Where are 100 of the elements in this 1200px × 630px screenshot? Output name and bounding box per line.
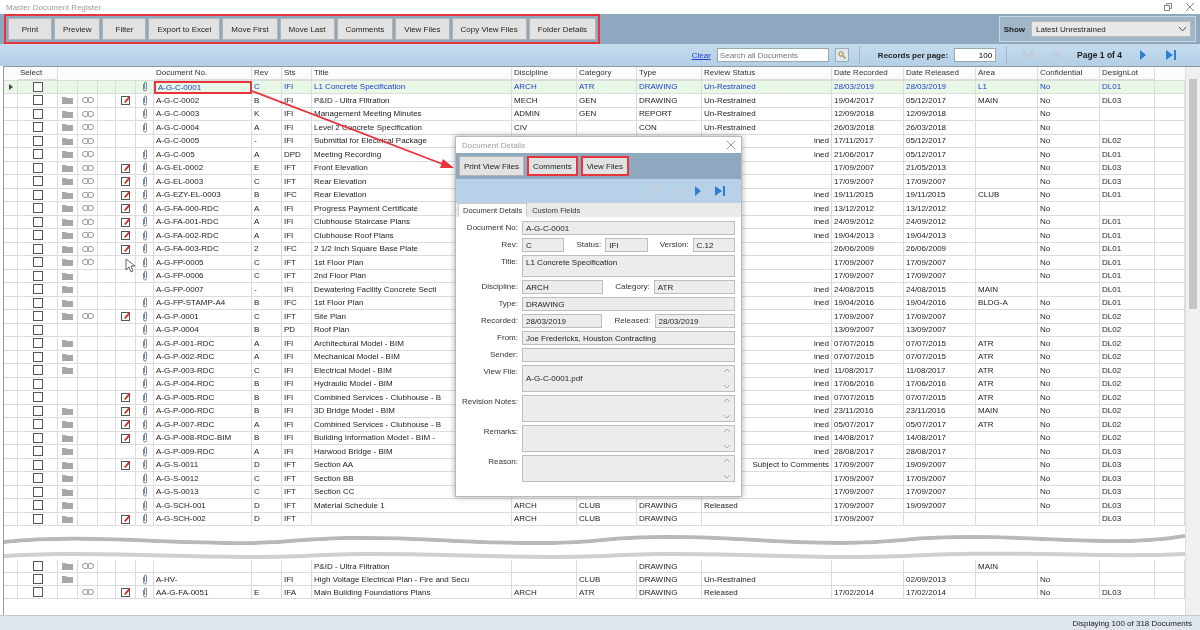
text-field[interactable]: Joe Fredericks, Houston Contracting (522, 331, 735, 345)
text-field[interactable]: ATR (653, 280, 735, 294)
text-field[interactable]: A-G-C-0001 (522, 221, 735, 235)
text-area[interactable]: A-G-C-0001.pdf (522, 365, 735, 392)
column-header[interactable]: Confidential (1038, 67, 1100, 80)
link-icon[interactable] (81, 589, 94, 595)
notepad-icon[interactable] (120, 243, 131, 254)
paperclip-icon[interactable] (141, 81, 148, 93)
table-row[interactable]: A-G-SCH-001 D IFT Material Schedule 1 ARCH CLUB DRAWING Released 17/09/2007 19/09/2007 No DL03 (4, 499, 1185, 513)
checkbox[interactable] (32, 108, 43, 119)
link-icon[interactable] (81, 205, 94, 212)
column-header[interactable]: Title (312, 67, 512, 80)
folder-icon[interactable] (62, 271, 73, 280)
paperclip-icon[interactable] (141, 418, 148, 430)
folder-icon[interactable] (62, 244, 73, 253)
toolbar-button[interactable]: Comments (336, 18, 394, 40)
paperclip-icon[interactable] (141, 216, 148, 228)
checkbox[interactable] (32, 203, 43, 214)
folder-icon[interactable] (62, 447, 73, 456)
table-row[interactable]: A-G-C-0002 B IFI P&ID - Ultra Filtration MECH GEN DRAWING Un-Restrained 19/04/2017 05/12/2017 MAIN No DL03 (4, 94, 1185, 108)
text-field[interactable]: ARCH (522, 280, 604, 294)
link-icon[interactable] (81, 164, 94, 171)
folder-icon[interactable] (62, 366, 73, 375)
column-header[interactable]: Review Status (702, 67, 832, 80)
checkbox[interactable] (32, 270, 43, 281)
folder-icon[interactable] (62, 285, 73, 294)
notepad-icon[interactable] (120, 513, 131, 524)
checkbox[interactable] (32, 284, 43, 295)
scrollbar-thumb[interactable] (1189, 79, 1197, 309)
table-row[interactable]: A-G-C-0003 K IFI Management Meeting Minutes ADMIN GEN REPORT Un-Restrained 12/09/2018 12/09/2018 No (4, 107, 1185, 121)
paperclip-icon[interactable] (141, 405, 148, 417)
checkbox[interactable] (32, 162, 43, 173)
text-field[interactable]: 28/03/2019 (522, 314, 603, 328)
link-icon[interactable] (81, 191, 94, 198)
scrollbar[interactable] (1185, 67, 1200, 615)
link-icon[interactable] (81, 218, 94, 225)
scroll-up-icon[interactable] (724, 428, 730, 432)
paperclip-icon[interactable] (141, 459, 148, 471)
text-field[interactable]: C.12 (692, 238, 735, 252)
notepad-icon[interactable] (120, 230, 131, 241)
notepad-icon[interactable] (120, 203, 131, 214)
checkbox[interactable] (32, 176, 43, 187)
show-dropdown[interactable]: Latest Unrestrained (1031, 21, 1191, 37)
folder-icon[interactable] (62, 96, 73, 105)
folder-icon[interactable] (62, 150, 73, 159)
paperclip-icon[interactable] (141, 270, 148, 282)
records-per-page-field[interactable]: 100 (954, 48, 997, 62)
paperclip-icon[interactable] (141, 351, 148, 363)
folder-icon[interactable] (62, 406, 73, 415)
paperclip-icon[interactable] (141, 256, 148, 268)
checkbox[interactable] (32, 392, 43, 403)
toolbar-button[interactable]: Preview (54, 18, 101, 40)
notepad-icon[interactable] (120, 419, 131, 430)
column-header[interactable]: Area (976, 67, 1038, 80)
toolbar-button[interactable]: Filter (102, 18, 147, 40)
folder-icon[interactable] (62, 312, 73, 321)
paperclip-icon[interactable] (141, 391, 148, 403)
folder-icon[interactable] (62, 501, 73, 510)
folder-icon[interactable] (62, 474, 73, 483)
paperclip-icon[interactable] (141, 445, 148, 457)
paperclip-icon[interactable] (141, 202, 148, 214)
checkbox[interactable] (32, 243, 43, 254)
paperclip-icon[interactable] (141, 297, 148, 309)
toolbar-button[interactable]: Move Last (279, 18, 335, 40)
checkbox[interactable] (32, 513, 43, 524)
dialog-button[interactable]: Print View Files (459, 156, 524, 176)
toolbar-button[interactable]: View Files (395, 18, 450, 40)
checkbox[interactable] (32, 486, 43, 497)
scroll-down-icon[interactable] (724, 445, 730, 449)
folder-icon[interactable] (62, 163, 73, 172)
checkbox[interactable] (32, 189, 43, 200)
table-row[interactable]: AA-G-FA-0051 E IFA Main Building Foundations Plans ARCH ATR DRAWING Released 17/02/2014 17/02/2014 No DL03 (4, 586, 1185, 599)
notepad-icon[interactable] (120, 459, 131, 470)
column-header[interactable]: Type (637, 67, 702, 80)
paperclip-icon[interactable] (141, 432, 148, 444)
restore-icon[interactable] (1164, 3, 1172, 11)
paperclip-icon[interactable] (141, 364, 148, 376)
folder-icon[interactable] (62, 231, 73, 240)
paperclip-icon[interactable] (141, 310, 148, 322)
folder-icon[interactable] (62, 123, 73, 132)
link-icon[interactable] (81, 245, 94, 252)
text-field[interactable] (522, 348, 735, 362)
folder-icon[interactable] (62, 339, 73, 348)
checkbox[interactable] (32, 311, 43, 322)
column-header[interactable]: DesignLot (1100, 67, 1155, 80)
checkbox[interactable] (32, 338, 43, 349)
paperclip-icon[interactable] (141, 243, 148, 255)
checkbox[interactable] (32, 561, 43, 571)
checkbox[interactable] (32, 351, 43, 362)
paperclip-icon[interactable] (141, 472, 148, 484)
last-page-icon[interactable] (1165, 49, 1177, 61)
notepad-icon[interactable] (120, 432, 131, 443)
paperclip-icon[interactable] (141, 229, 148, 241)
checkbox[interactable] (32, 230, 43, 241)
dialog-button[interactable]: View Files (580, 156, 629, 176)
checkbox[interactable] (32, 587, 43, 597)
checkbox[interactable] (32, 405, 43, 416)
scroll-up-icon[interactable] (724, 458, 730, 462)
column-header[interactable]: Sts (282, 67, 312, 80)
table-row[interactable]: A-HV- IFI High Voltage Electrical Plan - Fire and Secu CLUB DRAWING Un-Restrained 02/09/2013 No (4, 573, 1185, 586)
